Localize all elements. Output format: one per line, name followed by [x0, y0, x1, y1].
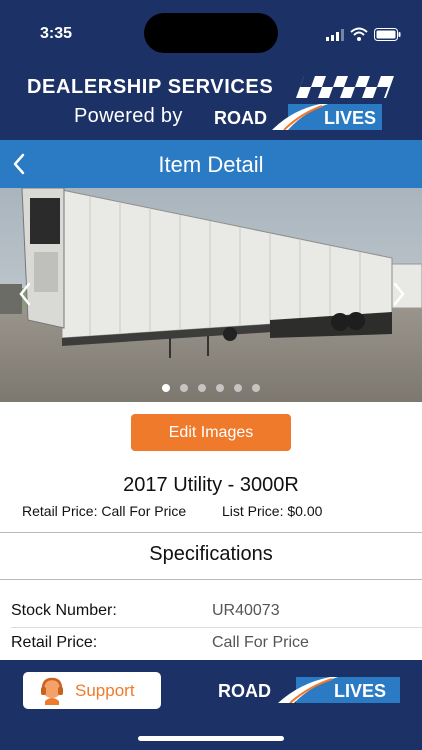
- retail-price-text: Retail Price: Call For Price: [22, 503, 187, 519]
- support-headset-icon: [41, 677, 63, 705]
- list-price-text: List Price: $0.00: [222, 503, 323, 519]
- carousel-page-dots[interactable]: [0, 384, 422, 392]
- battery-icon: [374, 28, 401, 41]
- divider: [0, 579, 422, 580]
- spec-row-retail-price: Retail Price: Call For Price: [0, 628, 422, 660]
- wifi-icon: [350, 27, 368, 41]
- nav-bar: Item Detail: [0, 140, 422, 188]
- trailer-photo: [0, 188, 422, 402]
- footer-logo-right: LIVES: [334, 681, 386, 701]
- roadlives-footer-logo: ROAD LIVES: [206, 677, 400, 703]
- brand-powered-by: Powered by: [74, 105, 183, 127]
- carousel-dot[interactable]: [234, 384, 242, 392]
- spec-label: Stock Number:: [11, 602, 117, 619]
- spec-row-stock-number: Stock Number: UR40073: [0, 596, 422, 628]
- carousel-prev-icon[interactable]: [14, 280, 36, 308]
- home-indicator[interactable]: [138, 736, 284, 741]
- brand-header: DEALERSHIP SERVICES Powered by ROAD LIVE…: [0, 56, 422, 140]
- brand-title: DEALERSHIP SERVICES: [27, 76, 274, 98]
- image-carousel[interactable]: [0, 188, 422, 402]
- brand-logo-right: LIVES: [324, 108, 376, 128]
- carousel-dot[interactable]: [216, 384, 224, 392]
- roadlives-logo: ROAD LIVES: [212, 104, 382, 130]
- support-label: Support: [75, 681, 135, 700]
- checkered-flag-icon: [296, 76, 394, 98]
- spec-label: Retail Price:: [11, 634, 98, 651]
- carousel-dot[interactable]: [252, 384, 260, 392]
- support-button[interactable]: Support: [23, 672, 161, 709]
- status-time: 3:35: [40, 25, 73, 42]
- camera-notch: [144, 13, 278, 53]
- carousel-dot[interactable]: [180, 384, 188, 392]
- footer-logo-left: ROAD: [218, 681, 271, 701]
- carousel-next-icon[interactable]: [388, 280, 410, 308]
- page-title: Item Detail: [158, 152, 264, 177]
- brand-logo-left: ROAD: [214, 108, 267, 128]
- spec-value: UR40073: [212, 602, 280, 619]
- carousel-dot[interactable]: [198, 384, 206, 392]
- edit-images-button[interactable]: Edit Images: [131, 414, 291, 451]
- item-title: 2017 Utility - 3000R: [123, 474, 299, 496]
- status-bar: 3:35: [0, 0, 422, 56]
- specifications-heading: Specifications: [149, 543, 273, 565]
- signal-icon: [326, 29, 344, 41]
- footer-bar: Support ROAD LIVES: [0, 660, 422, 750]
- divider: [0, 532, 422, 533]
- carousel-dot[interactable]: [162, 384, 170, 392]
- spec-value: Call For Price: [212, 634, 309, 651]
